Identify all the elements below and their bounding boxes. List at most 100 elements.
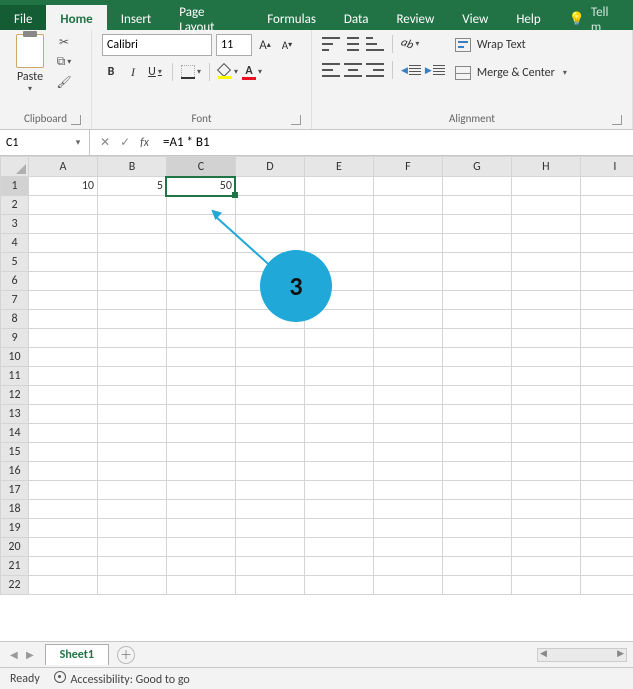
- cell[interactable]: [442, 538, 511, 557]
- cell[interactable]: [166, 196, 235, 215]
- cell[interactable]: [304, 348, 373, 367]
- cell[interactable]: [580, 557, 633, 576]
- cell[interactable]: [304, 215, 373, 234]
- row-header[interactable]: 15: [1, 443, 29, 462]
- cell[interactable]: [166, 329, 235, 348]
- row-header[interactable]: 13: [1, 405, 29, 424]
- cell[interactable]: [98, 557, 167, 576]
- cell[interactable]: [580, 367, 633, 386]
- cell[interactable]: [373, 462, 442, 481]
- cell[interactable]: [511, 196, 580, 215]
- row-header[interactable]: 10: [1, 348, 29, 367]
- cell[interactable]: [511, 481, 580, 500]
- cell[interactable]: [442, 481, 511, 500]
- cell[interactable]: [511, 443, 580, 462]
- cell[interactable]: [442, 329, 511, 348]
- name-box[interactable]: ▾: [0, 130, 90, 155]
- cell[interactable]: [29, 500, 98, 519]
- row-header[interactable]: 12: [1, 386, 29, 405]
- cell[interactable]: [511, 462, 580, 481]
- cell[interactable]: [166, 462, 235, 481]
- cell[interactable]: [511, 215, 580, 234]
- cell[interactable]: [580, 196, 633, 215]
- cell[interactable]: [373, 348, 442, 367]
- tellme[interactable]: 💡 Tell m: [555, 5, 633, 30]
- align-middle-button[interactable]: [344, 34, 362, 54]
- row-header[interactable]: 1: [1, 177, 29, 196]
- cell[interactable]: [580, 481, 633, 500]
- cell[interactable]: [511, 500, 580, 519]
- row-header[interactable]: 22: [1, 576, 29, 595]
- cell[interactable]: [98, 443, 167, 462]
- cell[interactable]: [98, 215, 167, 234]
- cell[interactable]: [580, 291, 633, 310]
- cell[interactable]: [442, 177, 511, 196]
- cell[interactable]: [166, 348, 235, 367]
- cell[interactable]: [29, 519, 98, 538]
- cell[interactable]: [166, 405, 235, 424]
- tab-page-layout[interactable]: Page Layout: [165, 5, 253, 30]
- column-header[interactable]: A: [29, 157, 98, 177]
- row-header[interactable]: 20: [1, 538, 29, 557]
- underline-button[interactable]: U: [146, 62, 164, 82]
- cell[interactable]: [29, 443, 98, 462]
- cell[interactable]: [511, 234, 580, 253]
- cell[interactable]: [580, 310, 633, 329]
- cell[interactable]: [373, 291, 442, 310]
- cell[interactable]: [511, 557, 580, 576]
- row-header[interactable]: 2: [1, 196, 29, 215]
- cell[interactable]: [442, 367, 511, 386]
- cell[interactable]: [580, 462, 633, 481]
- cell[interactable]: [442, 557, 511, 576]
- cell[interactable]: [304, 462, 373, 481]
- cell[interactable]: [304, 234, 373, 253]
- cell[interactable]: [580, 234, 633, 253]
- cell[interactable]: [29, 291, 98, 310]
- cell[interactable]: [373, 196, 442, 215]
- cell[interactable]: [373, 386, 442, 405]
- cell[interactable]: [442, 348, 511, 367]
- cell[interactable]: [166, 367, 235, 386]
- cell[interactable]: [304, 367, 373, 386]
- row-header[interactable]: 6: [1, 272, 29, 291]
- sheet-tab-active[interactable]: Sheet1: [45, 644, 109, 665]
- row-header[interactable]: 19: [1, 519, 29, 538]
- tab-view[interactable]: View: [448, 5, 502, 30]
- cell[interactable]: [442, 500, 511, 519]
- cell[interactable]: [304, 196, 373, 215]
- cell[interactable]: [235, 177, 304, 196]
- cell[interactable]: [98, 196, 167, 215]
- cell[interactable]: [98, 234, 167, 253]
- cell[interactable]: [98, 253, 167, 272]
- row-header[interactable]: 4: [1, 234, 29, 253]
- cell[interactable]: [166, 424, 235, 443]
- accessibility-status[interactable]: Accessibility: Good to go: [54, 671, 190, 687]
- cell[interactable]: [235, 481, 304, 500]
- decrease-indent-button[interactable]: ◀: [401, 60, 421, 80]
- cell[interactable]: [29, 405, 98, 424]
- cell[interactable]: [98, 500, 167, 519]
- cell[interactable]: [29, 215, 98, 234]
- cell[interactable]: [511, 329, 580, 348]
- cell[interactable]: [98, 291, 167, 310]
- borders-button[interactable]: [181, 62, 201, 82]
- cell[interactable]: [580, 519, 633, 538]
- cell[interactable]: [98, 386, 167, 405]
- cell[interactable]: [166, 272, 235, 291]
- cell[interactable]: [511, 291, 580, 310]
- dialog-launcher-icon[interactable]: [71, 115, 81, 125]
- cell[interactable]: [29, 481, 98, 500]
- cell[interactable]: [166, 234, 235, 253]
- cell[interactable]: [373, 424, 442, 443]
- cell[interactable]: [166, 481, 235, 500]
- column-header[interactable]: F: [373, 157, 442, 177]
- cell[interactable]: [29, 329, 98, 348]
- cell[interactable]: [29, 538, 98, 557]
- cell[interactable]: [511, 519, 580, 538]
- accept-formula-button[interactable]: ✓: [120, 135, 130, 150]
- fill-color-button[interactable]: [218, 62, 238, 82]
- decrease-font-button[interactable]: A▾: [278, 35, 296, 55]
- cell[interactable]: [304, 424, 373, 443]
- cell[interactable]: [98, 576, 167, 595]
- row-header[interactable]: 18: [1, 500, 29, 519]
